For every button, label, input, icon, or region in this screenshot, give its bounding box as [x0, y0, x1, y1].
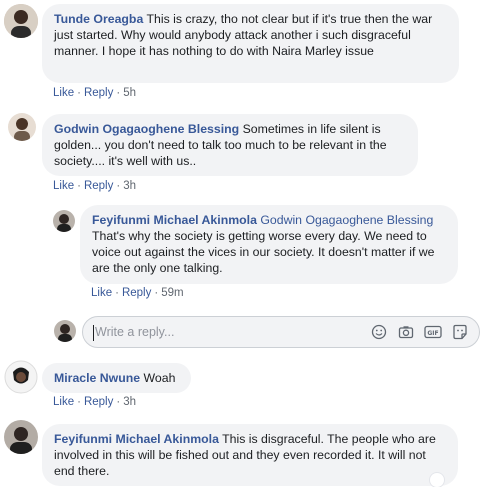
avatar[interactable] — [4, 420, 38, 454]
comment-bubble: Godwin Ogagaoghene Blessing Sometimes in… — [42, 114, 418, 176]
comment-actions: Like · Reply · 5h — [53, 87, 136, 99]
reply-button[interactable]: Reply — [84, 180, 113, 192]
like-button[interactable]: Like — [53, 396, 74, 408]
like-button[interactable]: Like — [53, 180, 74, 192]
reply-button[interactable]: Reply — [122, 287, 151, 299]
avatar[interactable] — [4, 4, 38, 38]
svg-text:GIF: GIF — [427, 330, 438, 337]
reply-text: That's why the society is getting worse … — [92, 229, 435, 275]
reply-placeholder: Write a reply... — [95, 325, 175, 339]
like-button[interactable]: Like — [91, 287, 112, 299]
comment-author[interactable]: Tunde Oreagba — [54, 12, 143, 26]
reply-input[interactable]: Write a reply... GIF — [82, 316, 480, 348]
comment-actions: Like · Reply · 3h — [53, 180, 136, 192]
comment-bubble: Miracle Nwune Woah — [42, 363, 191, 393]
comment-bubble: Feyifunmi Michael Akinmola This is disgr… — [42, 424, 458, 486]
camera-icon[interactable] — [397, 323, 415, 341]
comment-bubble: Tunde Oreagba This is crazy, tho not cle… — [42, 4, 459, 83]
comment-timestamp[interactable]: 3h — [123, 396, 136, 408]
comment-author[interactable]: Miracle Nwune — [54, 371, 140, 385]
reply-button[interactable]: Reply — [84, 87, 113, 99]
text-cursor — [93, 325, 94, 341]
gif-icon[interactable]: GIF — [424, 323, 442, 341]
comment-actions: Like · Reply · 3h — [53, 396, 136, 408]
comment-timestamp[interactable]: 3h — [123, 180, 136, 192]
avatar[interactable] — [53, 210, 75, 232]
comment-timestamp[interactable]: 5h — [123, 87, 136, 99]
comment-author[interactable]: Feyifunmi Michael Akinmola — [54, 432, 219, 446]
reply-mention[interactable]: Godwin Ogagaoghene Blessing — [260, 213, 433, 227]
current-user-avatar — [54, 320, 76, 342]
reply-actions: Like · Reply · 59m — [91, 287, 184, 299]
like-button[interactable]: Like — [53, 87, 74, 99]
reaction-icon[interactable] — [430, 473, 444, 487]
reply-tools: GIF — [370, 323, 469, 341]
reply-bubble: Feyifunmi Michael Akinmola Godwin Ogagao… — [80, 205, 458, 284]
comment-text: Woah — [143, 371, 176, 385]
reply-timestamp[interactable]: 59m — [161, 287, 183, 299]
avatar[interactable] — [8, 113, 36, 141]
avatar[interactable] — [4, 360, 38, 394]
reply-button[interactable]: Reply — [84, 396, 113, 408]
sticker-icon[interactable] — [451, 323, 469, 341]
emoji-icon[interactable] — [370, 323, 388, 341]
reply-author[interactable]: Feyifunmi Michael Akinmola — [92, 213, 257, 227]
comment-author[interactable]: Godwin Ogagaoghene Blessing — [54, 122, 239, 136]
